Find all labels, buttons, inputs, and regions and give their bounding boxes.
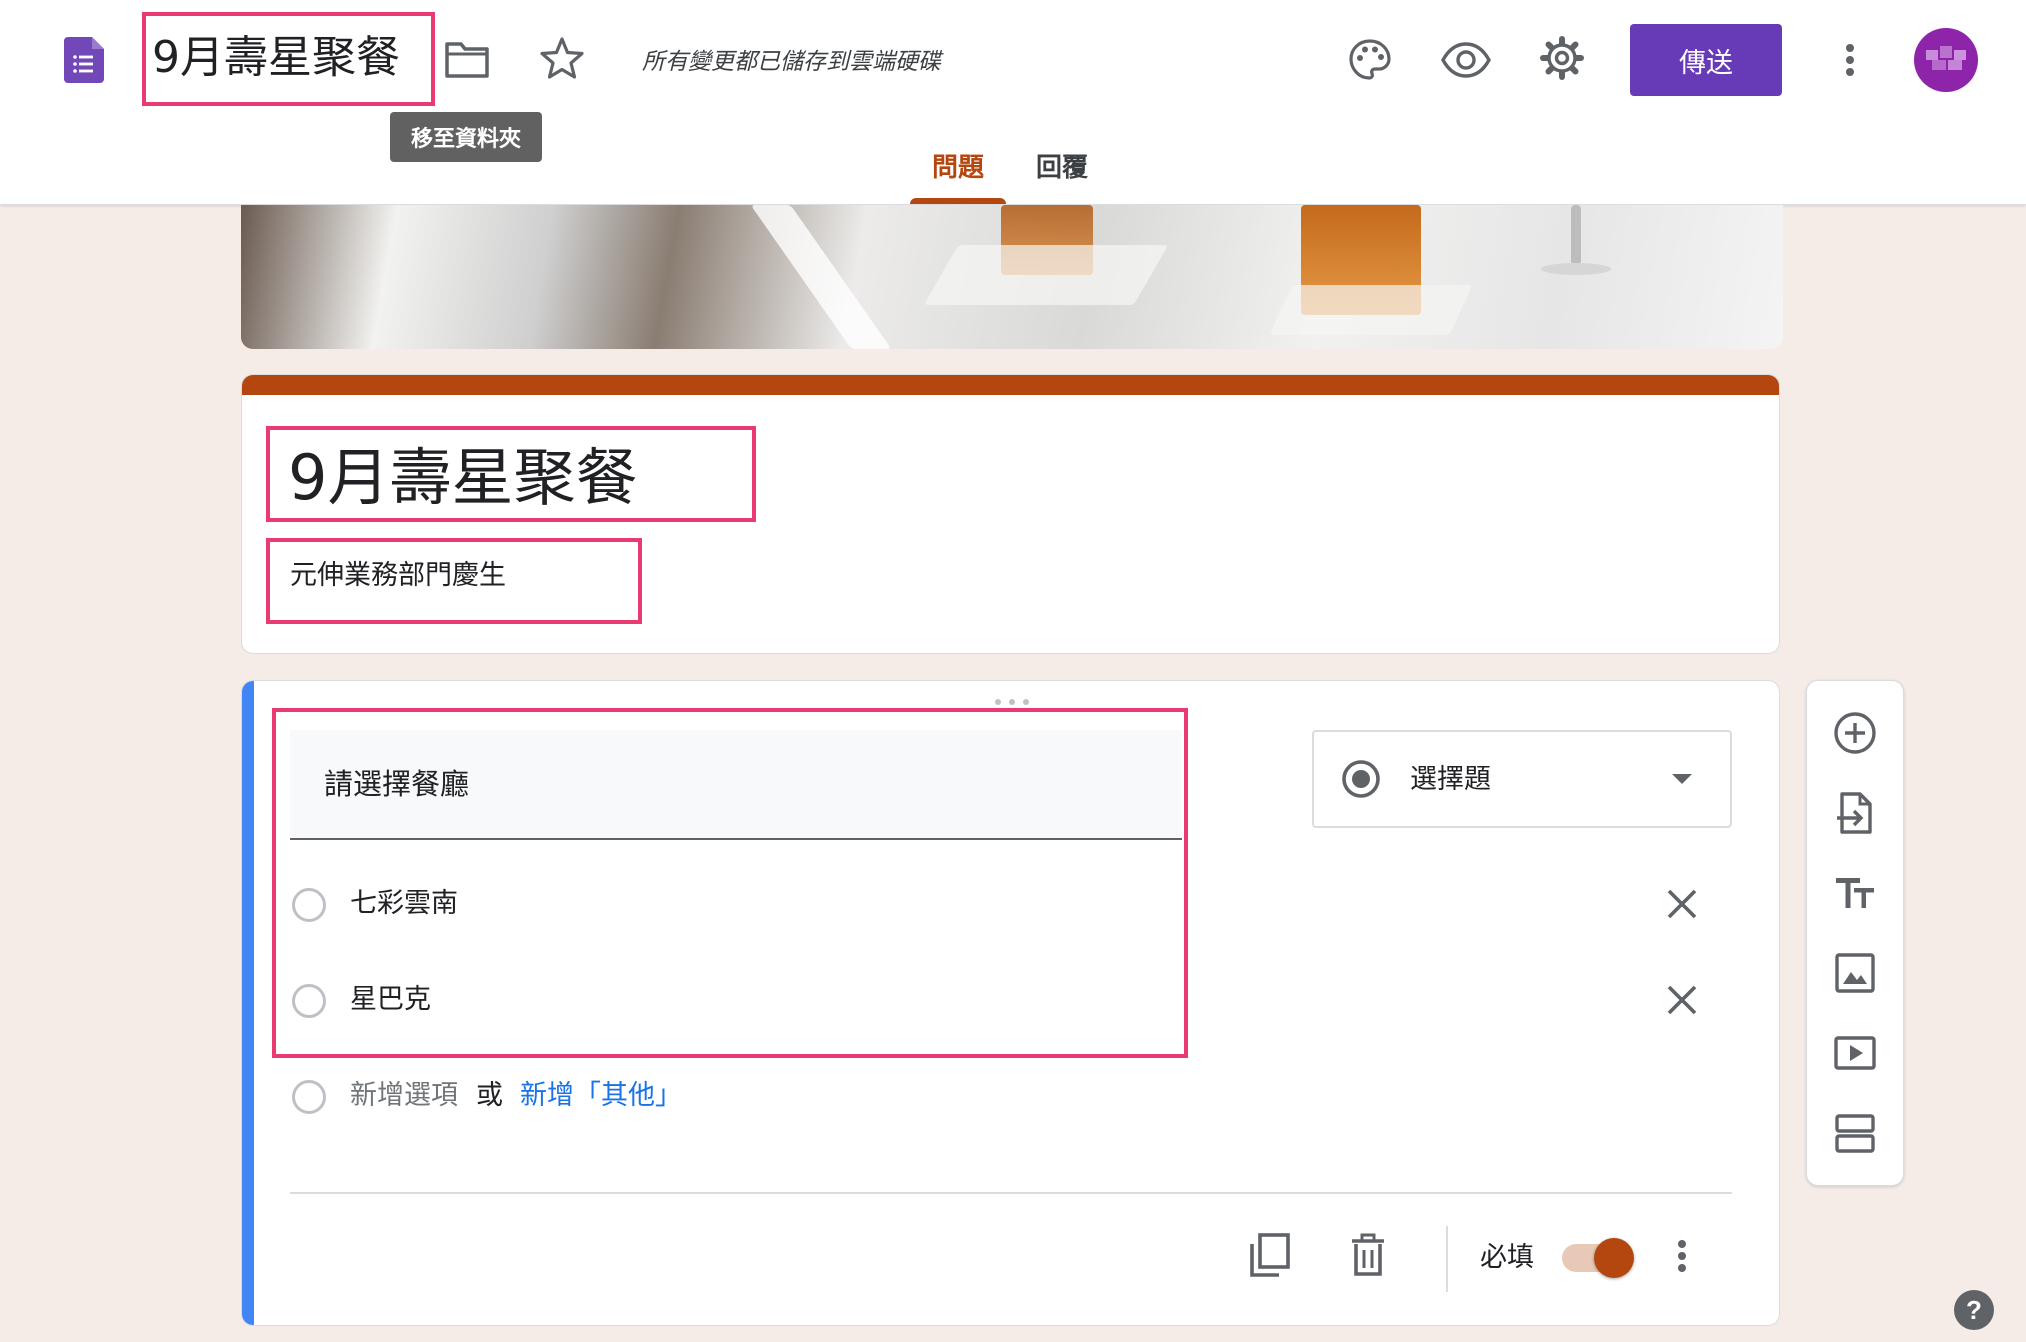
header-image: [241, 205, 1783, 349]
add-option-link[interactable]: 新增選項: [350, 1076, 458, 1116]
radio-button-checked-icon: [1342, 760, 1380, 798]
drag-handle-icon[interactable]: [994, 696, 1030, 708]
active-tab-indicator: [910, 198, 1006, 204]
add-section-icon[interactable]: [1832, 1110, 1878, 1156]
star-icon[interactable]: [538, 34, 586, 82]
or-label: 或: [476, 1080, 503, 1111]
forms-doc-icon[interactable]: [64, 37, 104, 83]
add-option-radio-icon: [292, 1080, 326, 1114]
add-image-icon[interactable]: [1832, 950, 1878, 996]
theme-accent-band: [242, 375, 1779, 395]
question-highlight: [272, 708, 1188, 1058]
help-icon[interactable]: ?: [1952, 1288, 1996, 1332]
active-card-indicator: [242, 681, 254, 1325]
folder-icon[interactable]: [444, 40, 490, 80]
tab-responses[interactable]: 回覆: [1036, 148, 1088, 188]
palette-icon[interactable]: [1346, 36, 1394, 84]
more-vert-icon[interactable]: [1838, 40, 1862, 80]
chevron-down-icon[interactable]: [1670, 772, 1694, 786]
import-questions-icon[interactable]: [1832, 790, 1878, 836]
remove-option-1-close-icon[interactable]: [1664, 886, 1700, 922]
form-description-input[interactable]: 元伸業務部門慶生: [290, 556, 506, 596]
footer-vertical-divider: [1446, 1226, 1448, 1292]
add-video-icon[interactable]: [1832, 1030, 1878, 1076]
form-title-input[interactable]: 9月壽星聚餐: [288, 438, 637, 518]
svg-text:?: ?: [1966, 1295, 1982, 1325]
doc-title-input[interactable]: 9月壽星聚餐: [152, 28, 400, 88]
question-more-icon[interactable]: [1670, 1236, 1694, 1276]
move-to-folder-tooltip: 移至資料夾: [390, 112, 542, 162]
tab-questions[interactable]: 問題: [932, 148, 984, 188]
add-question-icon[interactable]: [1832, 710, 1878, 756]
question-type-label[interactable]: 選擇題: [1410, 760, 1491, 800]
send-button[interactable]: 傳送: [1630, 24, 1782, 96]
duplicate-icon[interactable]: [1248, 1232, 1292, 1278]
add-title-icon[interactable]: [1832, 870, 1878, 916]
add-other-link[interactable]: 新增「其他」: [520, 1076, 682, 1116]
avatar[interactable]: [1914, 28, 1978, 92]
eye-icon[interactable]: [1440, 40, 1492, 80]
card-footer-divider: [290, 1192, 1732, 1194]
remove-option-2-close-icon[interactable]: [1664, 982, 1700, 1018]
save-status: 所有變更都已儲存到雲端硬碟: [642, 49, 941, 75]
required-toggle-thumb[interactable]: [1594, 1238, 1634, 1278]
required-label: 必填: [1480, 1242, 1534, 1273]
gear-icon[interactable]: [1538, 34, 1586, 82]
delete-icon[interactable]: [1346, 1232, 1390, 1278]
